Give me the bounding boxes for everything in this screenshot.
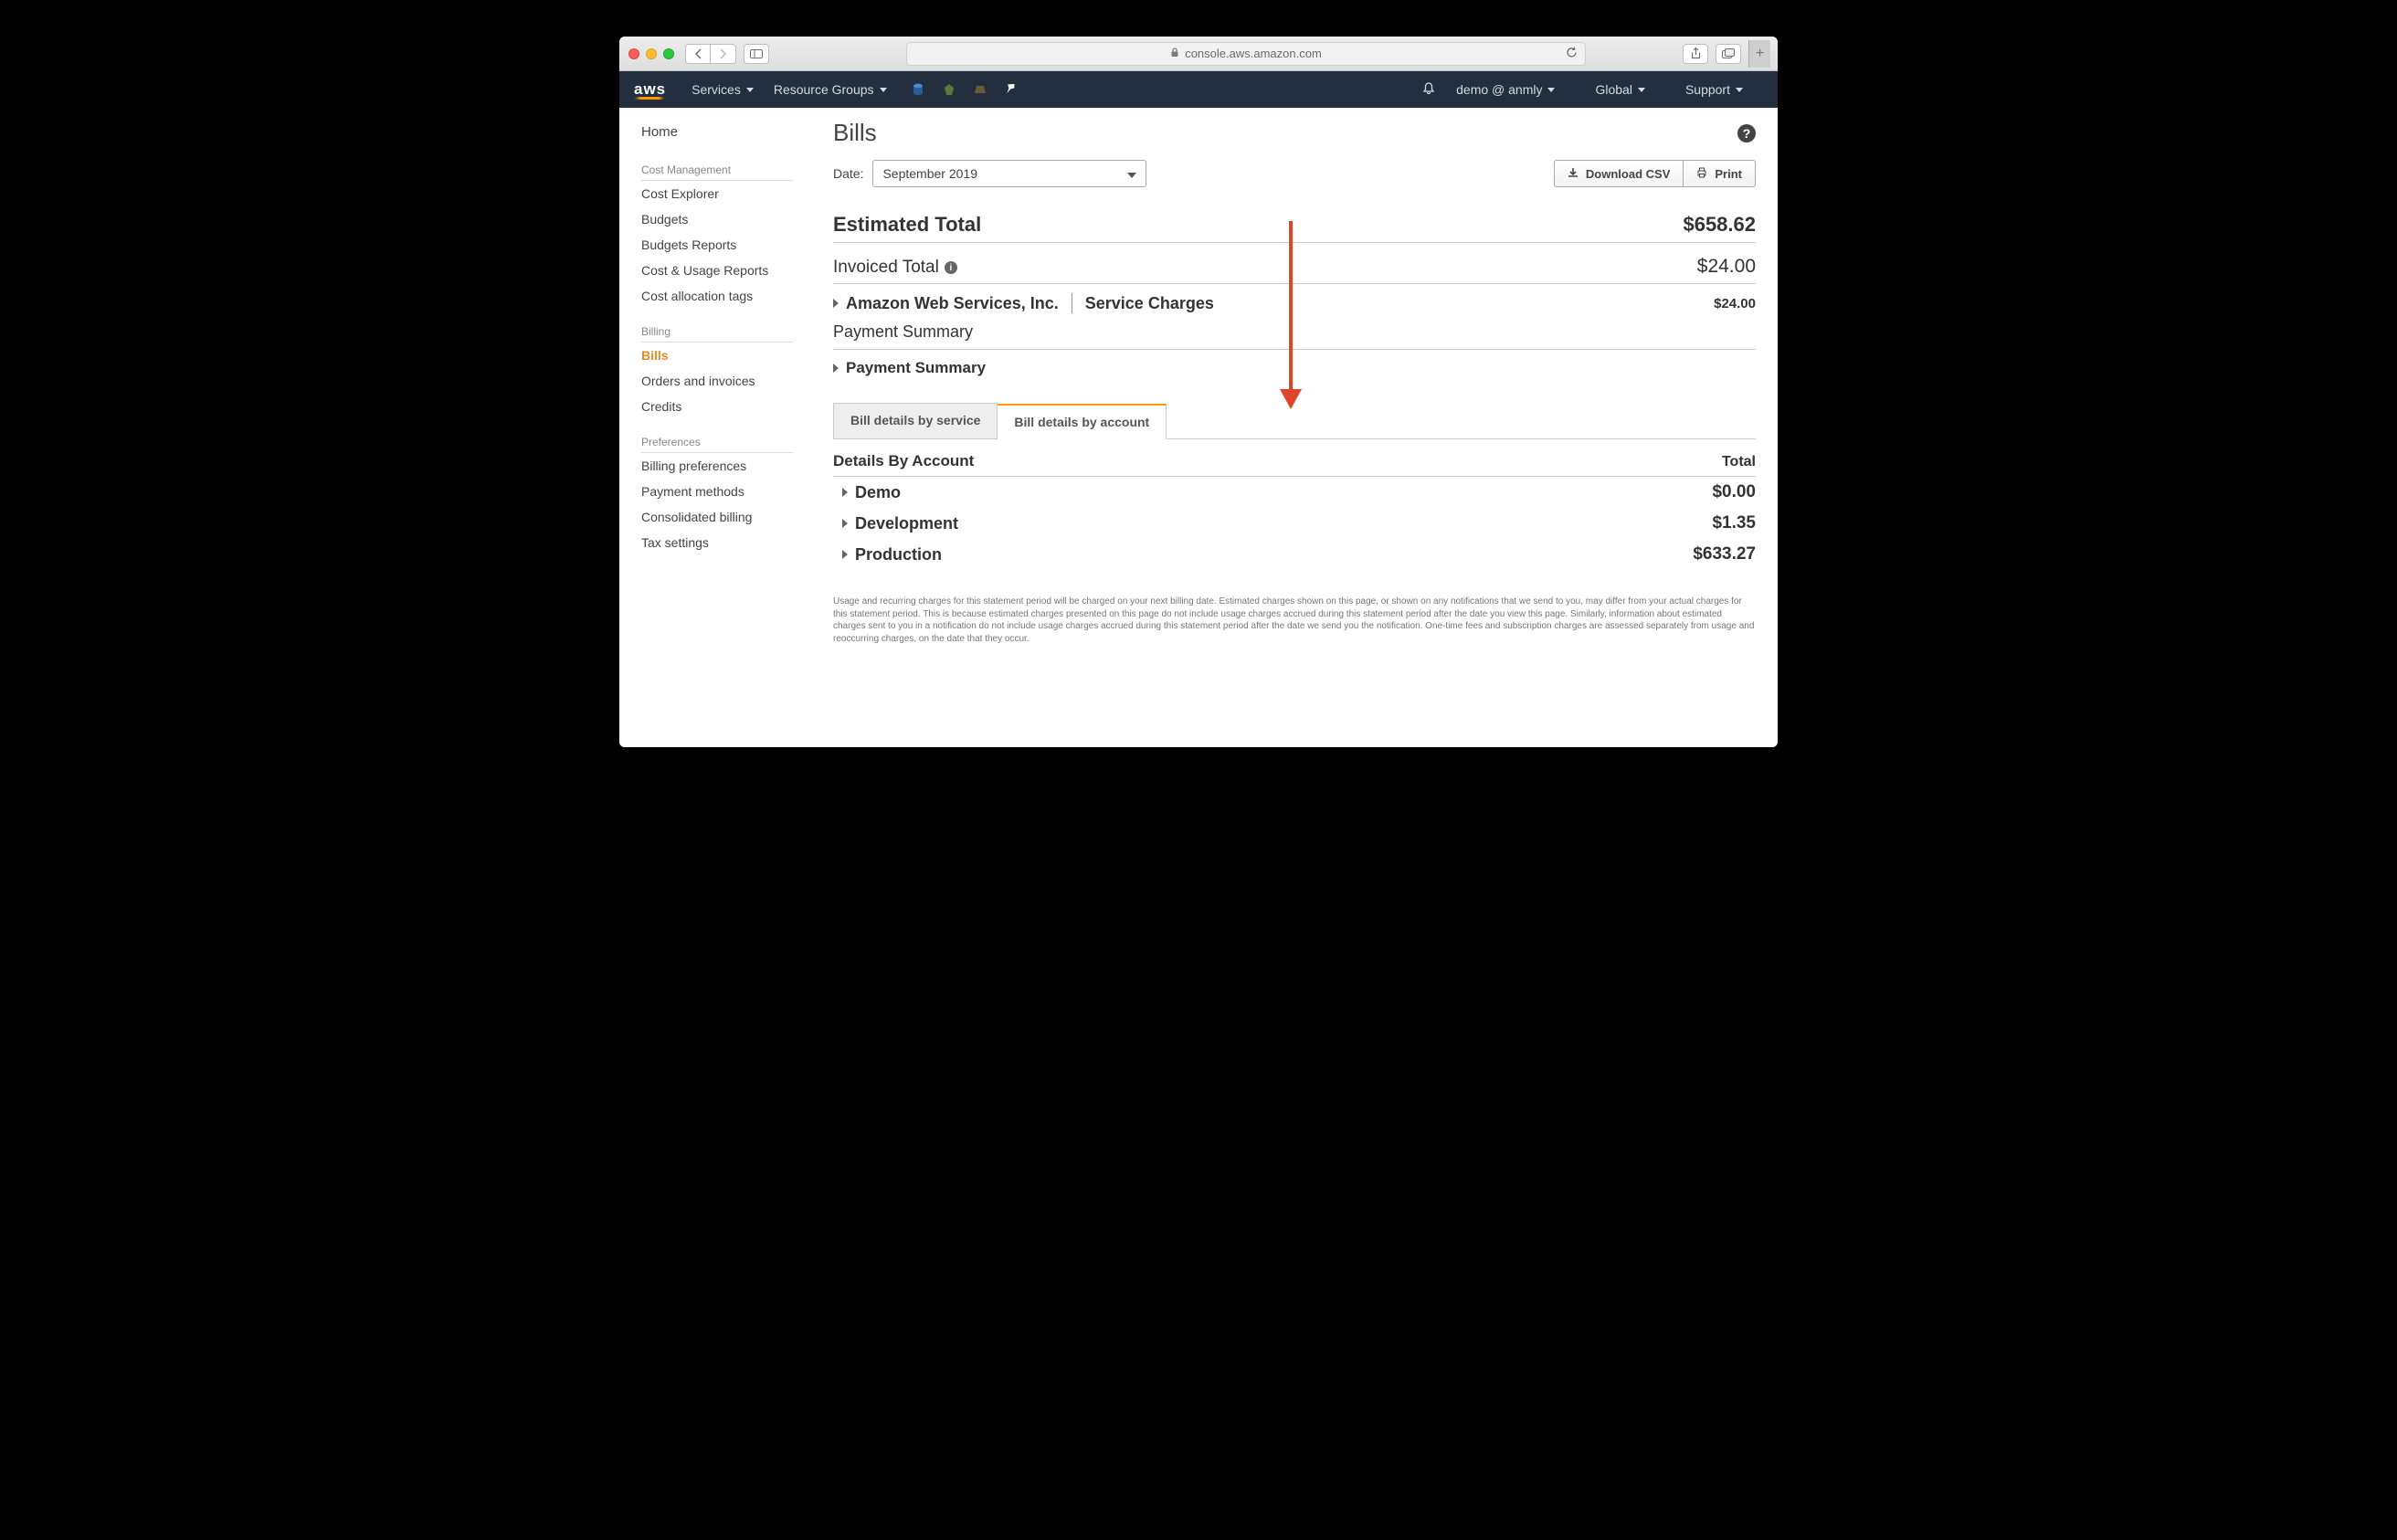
payment-summary-row[interactable]: Payment Summary (846, 359, 986, 377)
date-label: Date: (833, 166, 863, 181)
invoiced-total-amount: $24.00 (1697, 256, 1756, 278)
print-button[interactable]: Print (1684, 160, 1756, 187)
sidebar-item-budgets-reports[interactable]: Budgets Reports (641, 232, 793, 258)
region-menu[interactable]: Global (1595, 82, 1644, 97)
aws-inc-label[interactable]: Amazon Web Services, Inc. (846, 294, 1059, 313)
sidebar-item-credits[interactable]: Credits (641, 394, 793, 419)
account-amount: $1.35 (1712, 513, 1756, 533)
invoiced-total-label: Invoiced Total i (833, 258, 957, 278)
caret-down-icon (880, 88, 887, 92)
sidebar-item-cost-usage-reports[interactable]: Cost & Usage Reports (641, 258, 793, 283)
services-label: Services (692, 82, 741, 97)
sidebar-section-preferences: Preferences (641, 436, 793, 453)
shortcut-icon-1[interactable] (911, 82, 925, 97)
expand-caret-icon[interactable] (833, 364, 839, 373)
print-icon (1696, 167, 1707, 181)
account-amount: $633.27 (1693, 544, 1756, 564)
resource-groups-label: Resource Groups (774, 82, 874, 97)
sidebar-item-tax-settings[interactable]: Tax settings (641, 530, 793, 555)
tab-bill-by-service[interactable]: Bill details by service (833, 403, 998, 438)
expand-caret-icon (842, 519, 848, 528)
new-tab-button[interactable]: + (1748, 40, 1770, 68)
lock-icon (1170, 47, 1179, 60)
payment-summary-section: Payment Summary (833, 322, 1756, 350)
sidebar-item-payment-methods[interactable]: Payment methods (641, 479, 793, 504)
tab-bill-by-account[interactable]: Bill details by account (998, 404, 1167, 439)
services-menu[interactable]: Services (692, 82, 754, 97)
billing-sidebar: Home Cost Management Cost Explorer Budge… (619, 108, 811, 747)
page-title: Bills (833, 119, 877, 147)
url-text: console.aws.amazon.com (1185, 47, 1322, 60)
print-label: Print (1715, 167, 1742, 181)
expand-caret-icon (842, 550, 848, 559)
region-label: Global (1595, 82, 1631, 97)
caret-down-icon (1127, 166, 1136, 181)
share-button[interactable] (1683, 44, 1708, 64)
account-row-demo[interactable]: Demo $0.00 (833, 477, 1756, 508)
caret-down-icon (1547, 88, 1555, 92)
address-bar[interactable]: console.aws.amazon.com (906, 42, 1586, 66)
browser-toolbar: console.aws.amazon.com + (619, 37, 1778, 71)
disclaimer-text: Usage and recurring charges for this sta… (833, 596, 1756, 645)
aws-logo[interactable]: aws (634, 80, 666, 100)
window-minimize-button[interactable] (646, 48, 657, 59)
sidebar-section-billing: Billing (641, 325, 793, 343)
account-menu[interactable]: demo @ anmly (1456, 82, 1555, 97)
sidebar-section-cost-management: Cost Management (641, 163, 793, 181)
account-row-production[interactable]: Production $633.27 (833, 539, 1756, 570)
sidebar-item-budgets[interactable]: Budgets (641, 206, 793, 232)
pin-icon[interactable] (1004, 82, 1019, 97)
main-content: Bills ? Date: September 2019 Download CS… (811, 108, 1778, 747)
service-charges-amount: $24.00 (1714, 296, 1756, 311)
sidebar-item-bills[interactable]: Bills (641, 343, 793, 368)
download-csv-button[interactable]: Download CSV (1554, 160, 1684, 187)
date-select-value: September 2019 (882, 166, 977, 181)
window-zoom-button[interactable] (663, 48, 674, 59)
account-label: demo @ anmly (1456, 82, 1542, 97)
shortcut-icon-3[interactable] (973, 82, 987, 97)
account-name: Development (855, 514, 958, 533)
download-csv-label: Download CSV (1586, 167, 1670, 181)
browser-window: console.aws.amazon.com + aws Services Re… (619, 37, 1778, 747)
forward-button[interactable] (711, 44, 736, 64)
support-menu[interactable]: Support (1685, 82, 1743, 97)
sidebar-item-billing-preferences[interactable]: Billing preferences (641, 453, 793, 479)
aws-global-nav: aws Services Resource Groups (619, 71, 1778, 108)
date-select[interactable]: September 2019 (872, 160, 1146, 187)
info-icon[interactable]: i (945, 261, 957, 274)
expand-caret-icon[interactable] (833, 299, 839, 308)
details-by-account-header: Details By Account (833, 452, 974, 470)
window-close-button[interactable] (628, 48, 639, 59)
caret-down-icon (746, 88, 754, 92)
back-button[interactable] (685, 44, 711, 64)
caret-down-icon (1736, 88, 1743, 92)
window-controls (628, 48, 674, 59)
notifications-icon[interactable] (1421, 81, 1436, 99)
help-icon[interactable]: ? (1737, 124, 1756, 142)
account-row-development[interactable]: Development $1.35 (833, 508, 1756, 539)
caret-down-icon (1638, 88, 1645, 92)
sidebar-item-cost-allocation-tags[interactable]: Cost allocation tags (641, 283, 793, 309)
sidebar-toggle-button[interactable] (744, 44, 769, 64)
service-charges-label: Service Charges (1085, 294, 1214, 313)
tabs-button[interactable] (1716, 44, 1741, 64)
sidebar-item-orders-invoices[interactable]: Orders and invoices (641, 368, 793, 394)
total-header: Total (1722, 454, 1756, 470)
account-amount: $0.00 (1712, 482, 1756, 502)
estimated-total-label: Estimated Total (833, 213, 981, 237)
download-icon (1568, 167, 1579, 181)
sidebar-item-consolidated-billing[interactable]: Consolidated billing (641, 504, 793, 530)
account-name: Production (855, 545, 942, 564)
account-name: Demo (855, 483, 901, 502)
sidebar-home[interactable]: Home (641, 122, 793, 147)
estimated-total-amount: $658.62 (1683, 213, 1756, 237)
expand-caret-icon (842, 488, 848, 497)
resource-groups-menu[interactable]: Resource Groups (774, 82, 887, 97)
shortcut-icon-2[interactable] (942, 82, 956, 97)
reload-icon[interactable] (1566, 47, 1578, 61)
sidebar-item-cost-explorer[interactable]: Cost Explorer (641, 181, 793, 206)
support-label: Support (1685, 82, 1730, 97)
